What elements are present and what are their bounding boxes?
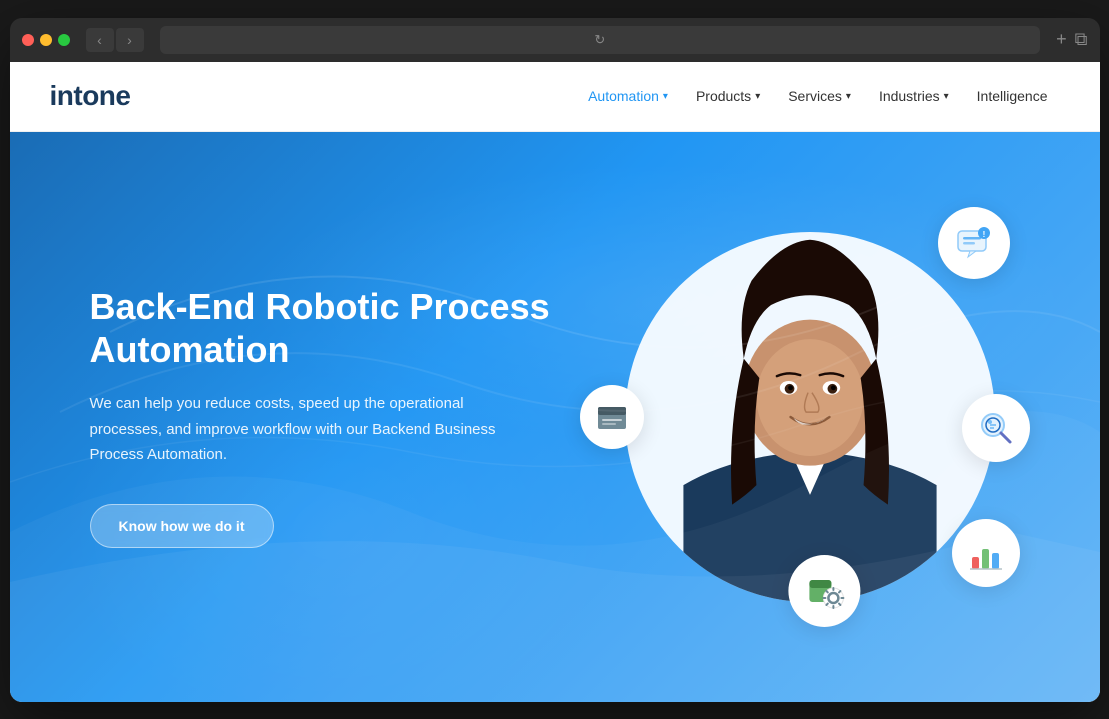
website: intone Automation ▾ Products ▾ Services … [10, 62, 1100, 702]
main-nav: Automation ▾ Products ▾ Services ▾ Indus… [576, 80, 1059, 112]
chart-bubble-icon [952, 519, 1020, 587]
site-logo[interactable]: intone [50, 80, 131, 112]
browser-nav-buttons: ‹ › [86, 28, 144, 52]
hero-description: We can help you reduce costs, speed up t… [90, 391, 510, 468]
search-analytics-bubble-icon [962, 394, 1030, 462]
hero-section: Back-End Robotic Process Automation We c… [10, 132, 1100, 702]
site-header: intone Automation ▾ Products ▾ Services … [10, 62, 1100, 132]
nav-label-services: Services [788, 88, 842, 104]
inbox-bubble-icon [580, 385, 644, 449]
forward-button[interactable]: › [116, 28, 144, 52]
nav-label-intelligence: Intelligence [977, 88, 1048, 104]
chat-bubble-icon: ! [938, 207, 1010, 279]
gear-settings-bubble-icon [788, 555, 860, 627]
person-portrait-circle [625, 232, 995, 602]
browser-window: ‹ › ↻ + ⧉ intone Automation ▾ Products ▾ [10, 18, 1100, 702]
hero-image-area: ! [580, 187, 1040, 647]
person-svg [650, 232, 970, 602]
nav-item-automation[interactable]: Automation ▾ [576, 80, 680, 112]
hero-content: Back-End Robotic Process Automation We c… [10, 285, 570, 548]
nav-item-intelligence[interactable]: Intelligence [965, 80, 1060, 112]
browser-titlebar: ‹ › ↻ + ⧉ [10, 18, 1100, 62]
traffic-light-close[interactable] [22, 34, 34, 46]
new-tab-icon[interactable]: + [1056, 29, 1067, 50]
nav-item-services[interactable]: Services ▾ [776, 80, 863, 112]
nav-label-products: Products [696, 88, 751, 104]
nav-item-industries[interactable]: Industries ▾ [867, 80, 961, 112]
svg-text:!: ! [982, 230, 985, 239]
window-icon[interactable]: ⧉ [1075, 29, 1088, 50]
hero-cta-button[interactable]: Know how we do it [90, 504, 274, 548]
traffic-lights [22, 34, 70, 46]
chevron-down-icon: ▾ [846, 91, 851, 102]
chevron-down-icon: ▾ [663, 91, 668, 102]
reload-icon: ↻ [594, 32, 605, 48]
address-bar[interactable]: ↻ [160, 26, 1041, 54]
hero-title: Back-End Robotic Process Automation [90, 285, 570, 371]
browser-actions: + ⧉ [1056, 29, 1087, 50]
nav-item-products[interactable]: Products ▾ [684, 80, 772, 112]
traffic-light-minimize[interactable] [40, 34, 52, 46]
chevron-down-icon: ▾ [755, 91, 760, 102]
chevron-down-icon: ▾ [944, 91, 949, 102]
nav-label-industries: Industries [879, 88, 940, 104]
nav-label-automation: Automation [588, 88, 659, 104]
back-button[interactable]: ‹ [86, 28, 114, 52]
traffic-light-maximize[interactable] [58, 34, 70, 46]
